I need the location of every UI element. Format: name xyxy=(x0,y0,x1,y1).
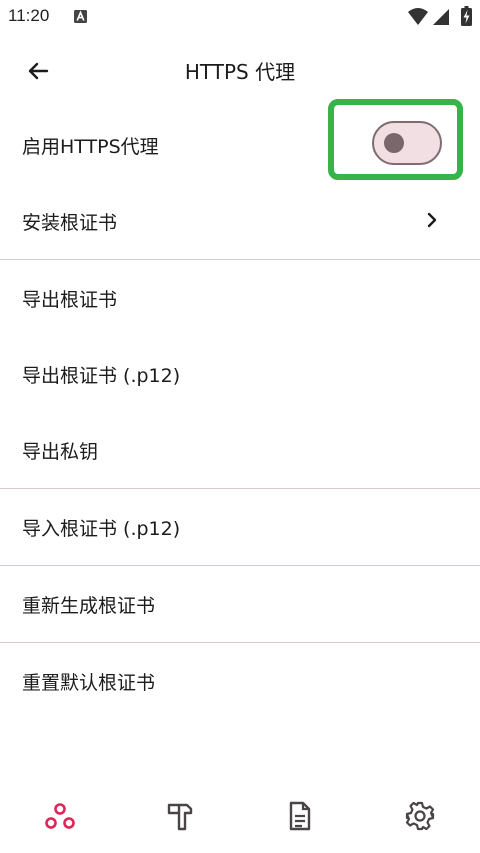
settings-list: 启用HTTPS代理 安装根证书 导出根证书 导出根证书 (.p12) 导出私钥 … xyxy=(0,107,480,719)
battery-charging-icon xyxy=(461,6,472,26)
page-title: HTTPS 代理 xyxy=(184,60,296,84)
a-letter-icon xyxy=(74,10,87,23)
bottom-nav xyxy=(0,776,480,853)
reset-default-root-cert-label: 重置默认根证书 xyxy=(22,671,156,694)
hammer-icon xyxy=(167,803,193,831)
nav-item-settings[interactable] xyxy=(400,796,440,836)
status-time: 11:20 xyxy=(8,6,50,25)
enable-https-proxy-label: 启用HTTPS代理 xyxy=(22,135,159,158)
app-bar: HTTPS 代理 xyxy=(0,34,480,104)
status-bar: 11:20 xyxy=(0,0,480,34)
import-root-cert-p12-label: 导入根证书 (.p12) xyxy=(22,517,181,540)
https-proxy-switch[interactable] xyxy=(372,121,442,165)
wifi-icon xyxy=(408,8,428,25)
nav-item-network[interactable] xyxy=(40,796,80,836)
network-nodes-icon xyxy=(45,803,75,829)
chevron-right-icon xyxy=(427,212,437,228)
nav-item-tools[interactable] xyxy=(160,796,200,836)
export-root-cert-label: 导出根证书 xyxy=(22,288,118,311)
document-icon xyxy=(289,801,311,831)
export-root-cert-p12-label: 导出根证书 (.p12) xyxy=(22,364,181,387)
export-private-key-row[interactable]: 导出私钥 xyxy=(0,412,480,488)
install-root-cert-label: 安装根证书 xyxy=(22,211,118,234)
export-private-key-label: 导出私钥 xyxy=(22,440,99,463)
switch-knob xyxy=(384,133,404,153)
gear-icon xyxy=(405,801,435,831)
export-root-cert-p12-row[interactable]: 导出根证书 (.p12) xyxy=(0,336,480,412)
regenerate-root-cert-row[interactable]: 重新生成根证书 xyxy=(0,566,480,642)
import-root-cert-p12-row[interactable]: 导入根证书 (.p12) xyxy=(0,489,480,565)
signal-icon xyxy=(433,9,449,25)
export-root-cert-row[interactable]: 导出根证书 xyxy=(0,260,480,336)
nav-item-logs[interactable] xyxy=(280,796,320,836)
reset-default-root-cert-row[interactable]: 重置默认根证书 xyxy=(0,643,480,719)
regenerate-root-cert-label: 重新生成根证书 xyxy=(22,594,156,617)
install-root-cert-row[interactable]: 安装根证书 xyxy=(0,183,480,259)
